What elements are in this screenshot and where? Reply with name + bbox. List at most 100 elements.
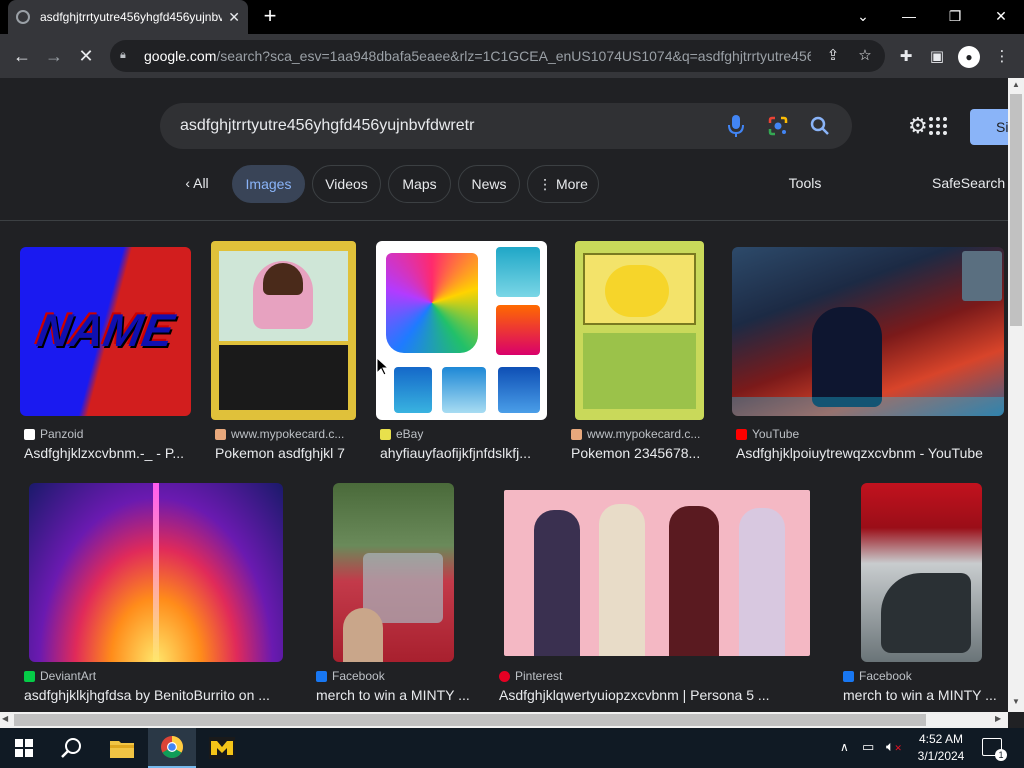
folder-icon	[110, 741, 134, 758]
chip-more[interactable]: ⋮ More	[527, 165, 599, 203]
microphone-icon[interactable]	[724, 114, 748, 138]
taskbar-search-icon	[61, 738, 81, 758]
result-source-6[interactable]: DeviantArt	[24, 669, 96, 683]
search-results-page: asdfghjtrrtyutre456yhgfd456yujnbvfdwretr…	[0, 78, 1008, 712]
result-source-2[interactable]: www.mypokecard.c...	[215, 427, 344, 441]
address-bar[interactable]: 🔒︎ google.com/search?sca_esv=1aa948dbafa…	[110, 40, 885, 72]
search-query[interactable]: asdfghjtrrtyutre456yhgfd456yujnbvfdwretr	[180, 117, 706, 135]
new-tab-button[interactable]: +	[258, 5, 282, 29]
header-divider	[0, 220, 1008, 221]
horizontal-scrollbar-thumb[interactable]	[14, 714, 926, 726]
notifications-icon[interactable]: 1	[982, 738, 1007, 761]
result-source-3[interactable]: eBay	[380, 427, 423, 441]
mypokecard-favicon-icon	[571, 428, 582, 440]
result-caption-9[interactable]: merch to win a MINTY ...	[843, 687, 1003, 703]
result-thumbnail-8[interactable]	[504, 490, 810, 656]
google-apps-icon[interactable]	[928, 116, 948, 136]
profile-avatar-icon[interactable]: ●	[958, 46, 980, 68]
thumbnail-name-text: NAME	[33, 304, 178, 356]
result-thumbnail-3[interactable]	[376, 241, 547, 420]
bookmark-star-icon[interactable]: ☆	[855, 46, 875, 66]
ebay-favicon-icon	[380, 428, 391, 440]
active-tab[interactable]: asdfghjtrrtyutre456yhgfd456yujnbvfdwretr…	[8, 0, 248, 34]
result-caption-5[interactable]: Asdfghjklpoiuytrewqzxcvbnm - YouTube	[736, 445, 1006, 461]
chrome-taskbar-button[interactable]	[148, 728, 196, 768]
google-lens-icon[interactable]	[766, 114, 790, 138]
result-caption-1[interactable]: Asdfghjklzxcvbnm.-_ - P...	[24, 445, 194, 461]
sign-in-button[interactable]: Si	[970, 109, 1008, 145]
chevron-left-icon: ‹	[185, 175, 194, 191]
side-panel-icon[interactable]: ▣	[926, 46, 948, 68]
mypokecard-favicon-icon	[215, 428, 226, 440]
result-source-1[interactable]: Panzoid	[24, 427, 83, 441]
result-source-8[interactable]: Pinterest	[499, 669, 562, 683]
search-filter-chips: ‹ All Images Videos Maps News ⋮ More Too…	[0, 165, 1008, 205]
extensions-puzzle-icon[interactable]: ✚	[895, 46, 917, 68]
search-icon[interactable]	[808, 114, 832, 138]
tools-button[interactable]: Tools	[782, 165, 828, 203]
forward-button[interactable]: →	[42, 44, 66, 68]
mouse-cursor	[376, 356, 390, 376]
result-thumbnail-2[interactable]	[211, 241, 356, 420]
panzoid-favicon-icon	[24, 428, 35, 440]
result-source-7[interactable]: Facebook	[316, 669, 385, 683]
browser-toolbar: ← → ✕ 🔒︎ google.com/search?sca_esv=1aa94…	[0, 34, 1024, 78]
result-caption-6[interactable]: asdfghjklkjhgfdsa by BenitoBurrito on ..…	[24, 687, 286, 703]
scroll-right-arrow-icon[interactable]: ▶	[995, 714, 1005, 726]
deviantart-favicon-icon	[24, 670, 35, 682]
chip-images[interactable]: Images	[232, 165, 305, 203]
scroll-left-arrow-icon[interactable]: ◀	[2, 714, 12, 726]
result-thumbnail-1[interactable]: NAME	[20, 247, 191, 416]
lock-icon[interactable]: 🔒︎	[120, 49, 134, 63]
result-source-9[interactable]: Facebook	[843, 669, 912, 683]
result-thumbnail-6[interactable]	[29, 483, 283, 662]
result-caption-3[interactable]: ahyfiauyfaofijkfjnfdslkfj...	[380, 445, 548, 461]
tab-search-icon[interactable]: ⌄	[849, 4, 877, 28]
system-clock[interactable]: 4:52 AM 3/1/2024	[908, 731, 974, 765]
result-caption-8[interactable]: Asdfghjklqwertyuiopzxcvbnm | Persona 5 .…	[499, 687, 799, 703]
kebab-menu-icon[interactable]: ⋮	[991, 46, 1013, 68]
app-taskbar-button[interactable]	[198, 728, 246, 768]
share-icon[interactable]: ⇪	[823, 46, 843, 66]
stop-loading-button[interactable]: ✕	[74, 44, 98, 68]
close-tab-icon[interactable]: ✕	[228, 9, 240, 26]
back-button[interactable]: ←	[10, 44, 34, 68]
more-dots-icon: ⋮	[538, 176, 556, 192]
start-button[interactable]	[0, 728, 48, 768]
volume-muted-icon[interactable]: 🔈︎✕	[886, 738, 902, 755]
show-hidden-icons-icon[interactable]: ∧	[840, 740, 849, 754]
youtube-favicon-icon	[736, 428, 747, 440]
safesearch-button[interactable]: SafeSearch	[932, 165, 1008, 203]
windows-logo-icon	[15, 739, 33, 757]
clock-time: 4:52 AM	[918, 732, 964, 746]
search-box[interactable]: asdfghjtrrtyutre456yhgfd456yujnbvfdwretr	[160, 103, 852, 149]
url-text: google.com/search?sca_esv=1aa948dbafa5ea…	[144, 48, 811, 64]
result-thumbnail-9[interactable]	[861, 483, 982, 662]
chip-news[interactable]: News	[458, 165, 520, 203]
result-caption-2[interactable]: Pokemon asdfghjkl 7	[215, 445, 360, 461]
tab-title: asdfghjtrrtyutre456yhgfd456yujnbvfdwretr…	[40, 10, 223, 24]
result-source-4[interactable]: www.mypokecard.c...	[571, 427, 700, 441]
restore-button[interactable]: ❐	[941, 4, 969, 28]
vertical-scrollbar-thumb[interactable]	[1010, 94, 1022, 326]
file-explorer-button[interactable]	[98, 728, 146, 768]
chip-all[interactable]: ‹ All	[172, 165, 222, 203]
result-source-5[interactable]: YouTube	[736, 427, 799, 441]
close-window-button[interactable]: ✕	[987, 4, 1015, 28]
result-caption-7[interactable]: merch to win a MINTY ...	[316, 687, 476, 703]
result-thumbnail-5[interactable]	[732, 247, 1004, 416]
facebook-favicon-icon	[316, 670, 327, 682]
minimize-button[interactable]: —	[895, 4, 923, 28]
facebook-favicon-icon	[843, 670, 854, 682]
tab-loading-icon	[16, 10, 30, 24]
taskbar-search-button[interactable]	[48, 728, 96, 768]
result-thumbnail-4[interactable]	[575, 241, 704, 420]
windows-taskbar: ∧ ▭ 🔈︎✕ 4:52 AM 3/1/2024 1	[0, 728, 1024, 768]
scroll-down-arrow-icon[interactable]: ▼	[1010, 697, 1022, 709]
result-caption-4[interactable]: Pokemon 2345678...	[571, 445, 705, 461]
result-thumbnail-7[interactable]	[333, 483, 454, 662]
chip-maps[interactable]: Maps	[388, 165, 451, 203]
network-icon[interactable]: ▭	[862, 739, 874, 755]
chip-videos[interactable]: Videos	[312, 165, 381, 203]
scroll-up-arrow-icon[interactable]: ▲	[1010, 80, 1022, 92]
